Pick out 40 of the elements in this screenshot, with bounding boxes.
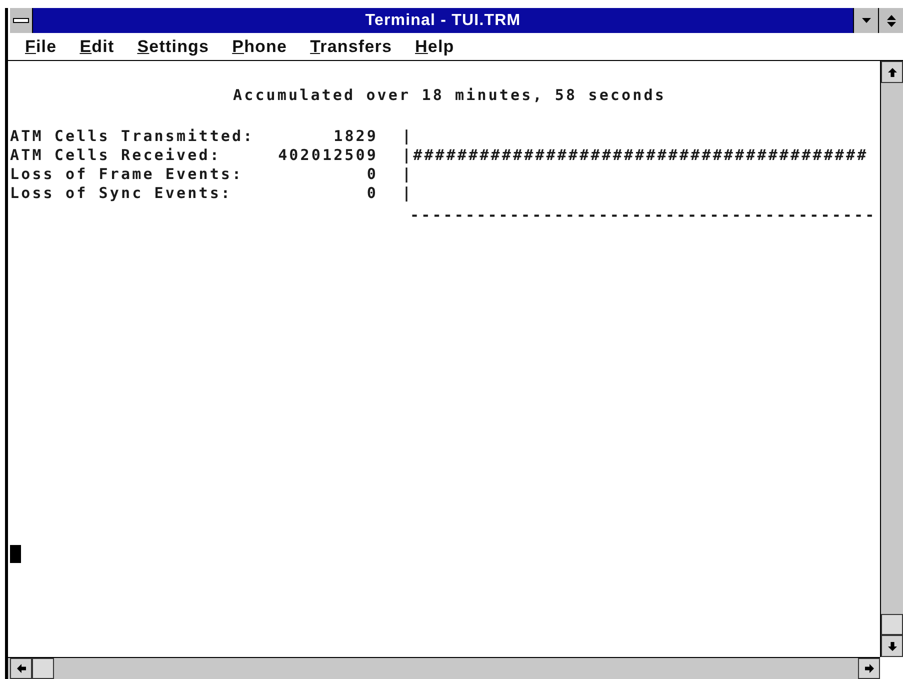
- menu-item[interactable]: Help: [411, 36, 458, 58]
- stat-value: 0: [366, 184, 378, 203]
- system-menu-button[interactable]: [10, 8, 33, 33]
- scroll-left-button[interactable]: [10, 658, 32, 679]
- maximize-button[interactable]: [878, 8, 903, 33]
- left-arrow-icon: [16, 664, 26, 673]
- histogram-text: |: [402, 184, 414, 203]
- scroll-up-button[interactable]: [881, 61, 903, 83]
- minimize-button[interactable]: [853, 8, 878, 33]
- right-arrow-icon: [864, 664, 874, 673]
- text-cursor-icon: [10, 545, 21, 563]
- stat-value: 1829: [332, 127, 378, 146]
- baseline-text: ------------------------------------------: [410, 206, 876, 225]
- scrollbar-thumb[interactable]: [32, 658, 54, 679]
- stat-label: ATM Cells Transmitted:: [10, 127, 256, 146]
- menu-item[interactable]: File: [21, 36, 61, 58]
- stat-value: 0: [366, 165, 378, 184]
- stat-label: Loss of Frame Events:: [10, 165, 244, 184]
- down-triangle-icon: [862, 18, 870, 23]
- scroll-right-button[interactable]: [858, 658, 880, 679]
- menu-item[interactable]: Transfers: [306, 36, 396, 58]
- window-title: Terminal - TUI.TRM: [365, 10, 521, 30]
- histogram-text: |: [402, 165, 414, 184]
- stat-label: ATM Cells Received:: [10, 146, 222, 165]
- menu-item[interactable]: Settings: [133, 36, 214, 58]
- menu-item[interactable]: Edit: [76, 36, 118, 58]
- dash-icon: [13, 18, 29, 23]
- histogram-text: |#########################################: [402, 146, 868, 165]
- stats-heading: Accumulated over 18 minutes, 58 seconds: [233, 86, 666, 105]
- vertical-scrollbar[interactable]: [880, 61, 903, 657]
- up-down-triangle-icon: [886, 14, 896, 26]
- down-arrow-icon: [888, 642, 896, 650]
- horizontal-scrollbar[interactable]: [8, 657, 880, 679]
- stat-value: 402012509: [277, 146, 378, 165]
- menu-item[interactable]: Phone: [228, 36, 292, 58]
- scrollbar-thumb[interactable]: [881, 614, 903, 635]
- stat-label: Loss of Sync Events:: [10, 184, 234, 203]
- histogram-text: |: [402, 127, 414, 146]
- up-arrow-icon: [888, 68, 896, 76]
- scroll-down-button[interactable]: [881, 635, 903, 657]
